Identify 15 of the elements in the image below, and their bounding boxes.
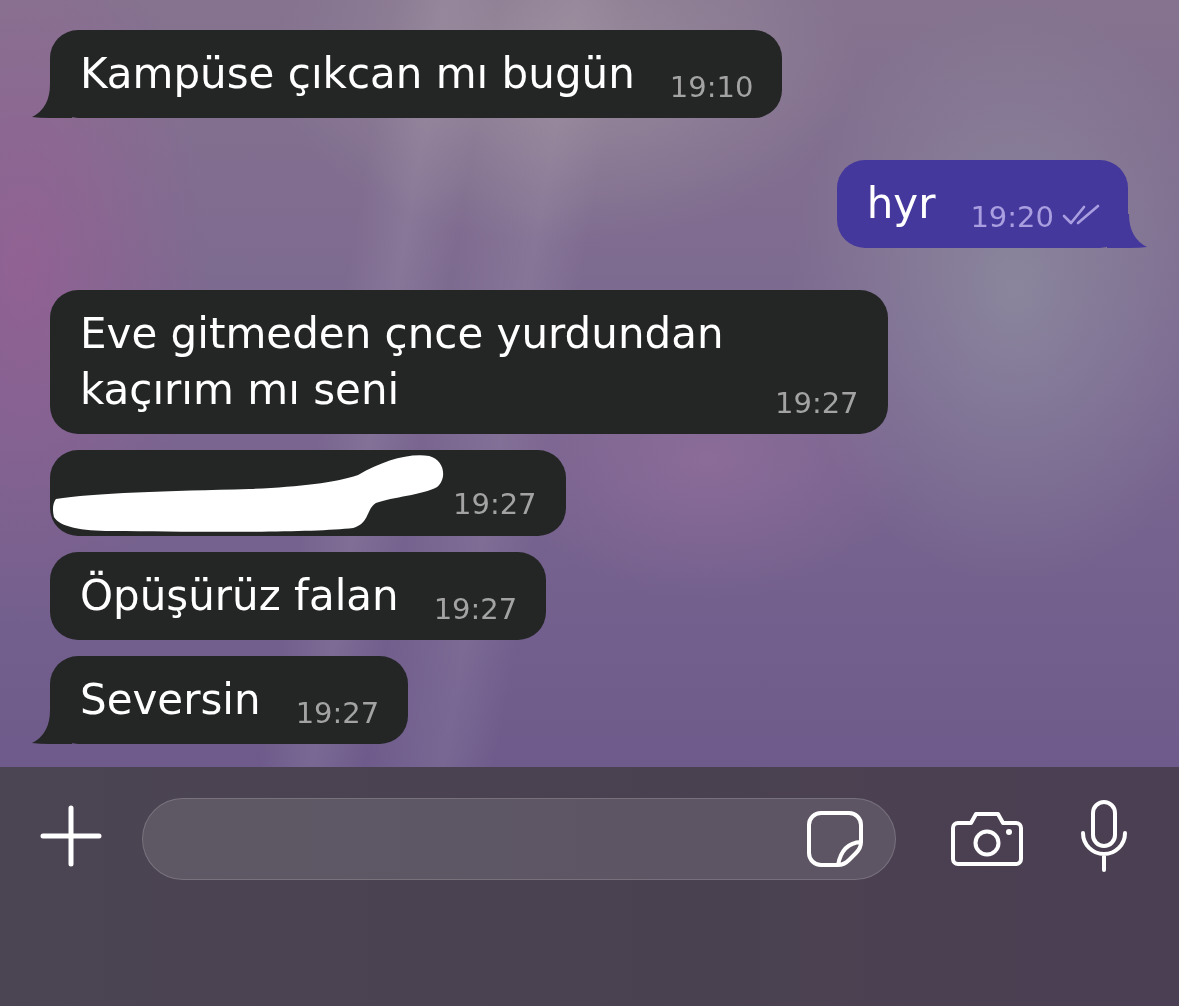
microphone-icon[interactable] xyxy=(1079,800,1129,872)
camera-icon[interactable] xyxy=(951,810,1023,866)
message-time: 19:27 xyxy=(775,386,859,420)
plus-icon[interactable] xyxy=(40,805,102,867)
message-time: 19:27 xyxy=(453,487,537,521)
sticker-icon[interactable] xyxy=(806,810,864,868)
message-text: Seversin xyxy=(80,674,261,726)
message-time: 19:20 xyxy=(970,200,1054,234)
message-time: 19:27 xyxy=(295,696,380,730)
message-time: 19:27 xyxy=(433,592,518,626)
message-time: 19:10 xyxy=(669,70,754,104)
message-text: Kampüse çıkcan mı bugün xyxy=(80,48,635,100)
message-text: Eve gitmeden çnce yurdundan kaçırım mı seni xyxy=(80,308,725,416)
message-text: hyr xyxy=(866,178,936,230)
message-text: Öpüşürüz falan xyxy=(80,569,399,622)
